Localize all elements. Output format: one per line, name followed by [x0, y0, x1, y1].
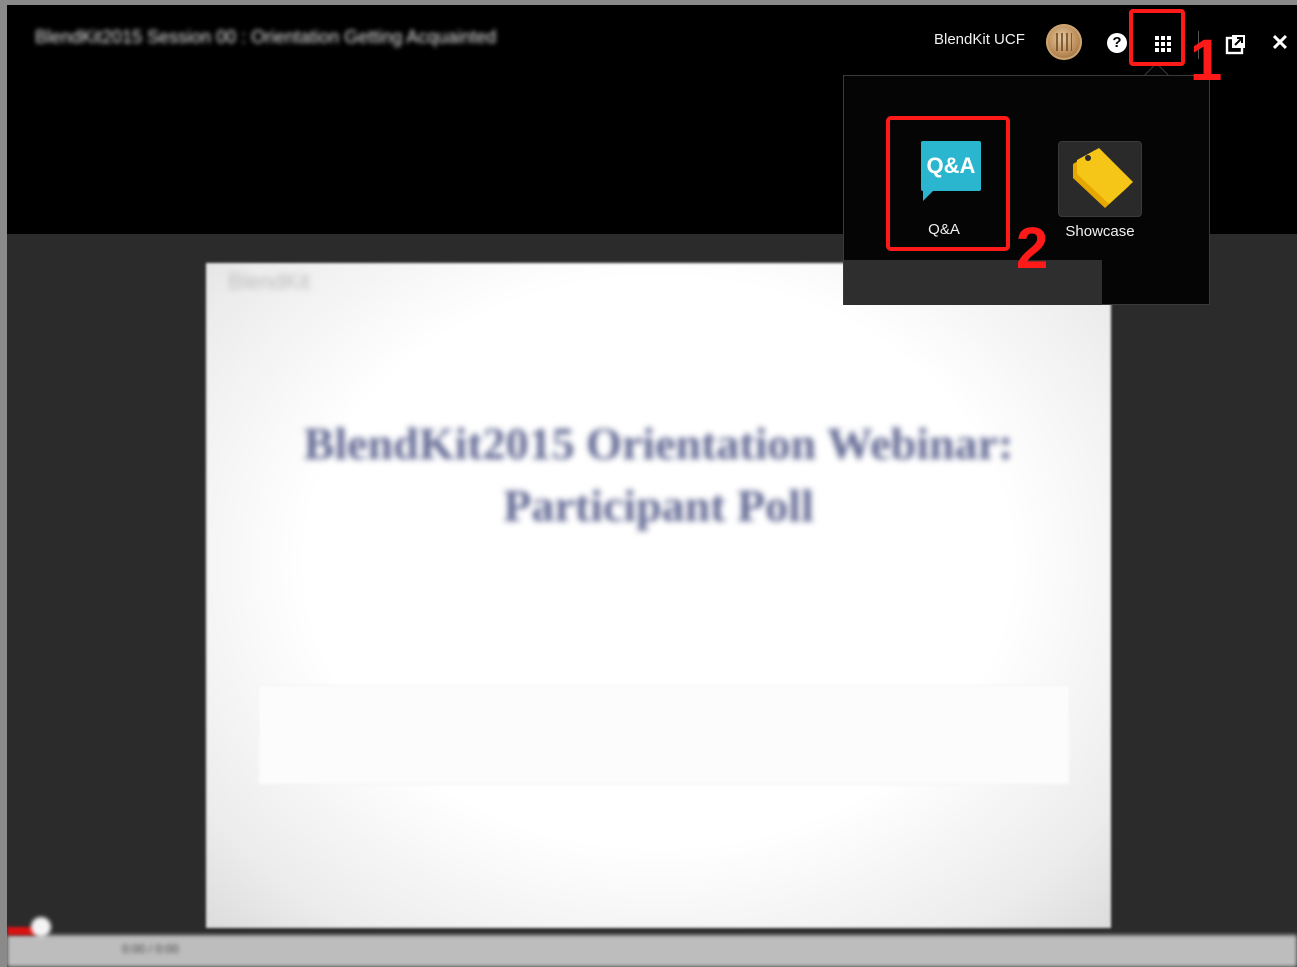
slide-title-line2: Participant Poll: [503, 480, 814, 531]
popout-icon[interactable]: [1225, 33, 1247, 55]
playback-time: 0:00 / 0:00: [122, 942, 179, 956]
highlight-box-step1: [1129, 9, 1185, 66]
app-label-showcase[interactable]: Showcase: [1040, 223, 1160, 240]
slide-logo: BlendKit: [228, 269, 310, 294]
help-icon[interactable]: ?: [1107, 33, 1127, 53]
close-icon[interactable]: ✕: [1269, 32, 1291, 54]
showcase-tag-icon[interactable]: [1058, 141, 1142, 217]
slide-title-line1: BlendKit2015 Orientation Webinar:: [303, 418, 1014, 469]
step-number-2: 2: [1016, 216, 1049, 281]
player-controls[interactable]: [7, 935, 1297, 967]
slide-content-box: [258, 685, 1070, 785]
popup-footer-strip: [844, 260, 1102, 305]
highlight-box-step2: [886, 116, 1010, 251]
presentation-slide: BlendKit BlendKit2015 Orientation Webina…: [206, 263, 1111, 928]
user-name[interactable]: BlendKit UCF: [934, 31, 1025, 48]
video-title: BlendKit2015 Session 00 : Orientation Ge…: [35, 27, 497, 47]
progress-knob[interactable]: [31, 917, 51, 937]
step-number-1: 1: [1190, 28, 1223, 93]
app-item-showcase[interactable]: Showcase: [1040, 141, 1160, 240]
avatar[interactable]: [1046, 24, 1082, 60]
slide-title: BlendKit2015 Orientation Webinar: Partic…: [206, 413, 1111, 537]
